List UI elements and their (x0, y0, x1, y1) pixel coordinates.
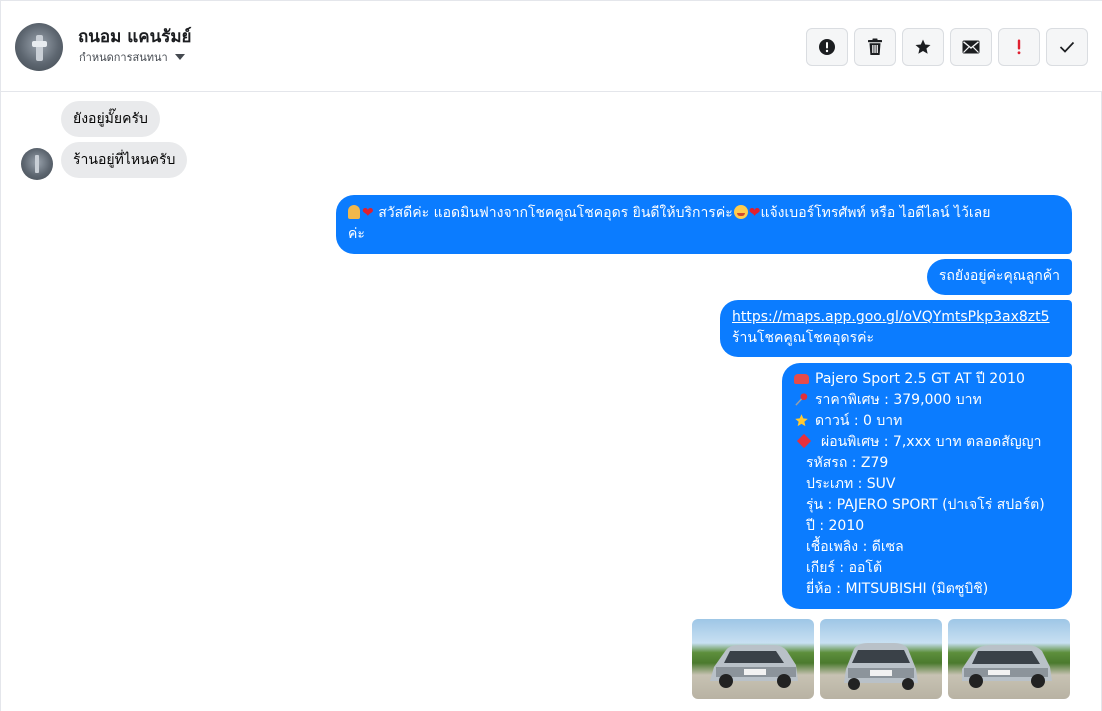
listing-brand: ยี่ห้อ : MITSUBISHI (มิตซูบิชิ) (806, 581, 989, 597)
listing-price: ราคาพิเศษ : 379,000 บาท (815, 392, 982, 408)
greeting-text-part1: สวัสดีค่ะ แอดมินฟางจากโชคคูณโชคอุดร ยินด… (378, 205, 733, 221)
avatar-photo (36, 35, 43, 61)
car-photo-image (962, 645, 1052, 688)
car-emoji-icon (794, 374, 809, 384)
map-link[interactable]: https://maps.app.goo.gl/oVQYmtsPkp3ax8zt… (732, 309, 1050, 325)
incoming-message[interactable]: ยังอยู่มั๊ยครับ (61, 101, 160, 137)
listing-price-line: ราคาพิเศษ : 379,000 บาท (794, 390, 1060, 411)
listing-type: ประเภท : SUV (806, 476, 896, 492)
conversation-header: ถนอม แคนรัมย์ กำหนดการสนทนา (1, 1, 1102, 92)
listing-title-line: Pajero Sport 2.5 GT AT ปี 2010 (794, 369, 1060, 390)
smiling-face-hearts-emoji-icon (733, 205, 748, 219)
red-diamond-emoji-icon (796, 433, 812, 449)
car-photo[interactable] (820, 619, 942, 699)
listing-code: รหัสรถ : Z79 (806, 455, 889, 471)
report-button[interactable] (806, 28, 848, 66)
folded-hands-emoji-icon (348, 205, 360, 219)
caret-down-icon (174, 54, 185, 60)
assign-conversation-label: กำหนดการสนทนา (79, 51, 168, 64)
envelope-icon (962, 40, 980, 54)
conversation-toolbar (806, 28, 1088, 66)
exclamation-circle-icon (819, 39, 835, 55)
shop-name-text: ร้านโชคคูณโชคอุดรค่ะ (732, 330, 874, 346)
star-button[interactable] (902, 28, 944, 66)
contact-name[interactable]: ถนอม แคนรัมย์ (78, 23, 192, 50)
red-heart-emoji-icon: ❤ (748, 205, 761, 221)
car-photo[interactable] (692, 619, 814, 699)
listing-title: Pajero Sport 2.5 GT AT ปี 2010 (815, 371, 1025, 387)
red-exclamation-icon (1017, 39, 1021, 55)
outgoing-message-location[interactable]: https://maps.app.goo.gl/oVQYmtsPkp3ax8zt… (720, 300, 1072, 357)
listing-fuel: เชื้อเพลิง : ดีเซล (806, 539, 904, 555)
star-icon (915, 39, 931, 54)
outgoing-message-car-listing[interactable]: Pajero Sport 2.5 GT AT ปี 2010 ราคาพิเศษ… (782, 363, 1072, 609)
check-icon (1059, 41, 1075, 53)
pushpin-emoji-icon (795, 393, 808, 406)
incoming-message[interactable]: ร้านอยู่ที่ไหนครับ (61, 142, 188, 178)
delete-button[interactable] (854, 28, 896, 66)
avatar-photo (35, 155, 39, 173)
message-list[interactable]: ยังอยู่มั๊ยครับ ร้านอยู่ที่ไหนครับ ❤ สวั… (1, 93, 1102, 711)
listing-installment-line: ผ่อนพิเศษ : 7,xxx บาท ตลอดสัญญา (794, 432, 1060, 453)
outgoing-message-availability[interactable]: รถยังอยู่ค่ะคุณลูกค้า (926, 259, 1072, 295)
red-heart-emoji-icon: ❤ (362, 205, 374, 221)
car-photo-gallery (692, 619, 1070, 699)
contact-avatar[interactable] (15, 23, 63, 71)
listing-down: ดาวน์ : 0 บาท (815, 413, 903, 429)
car-photo-image (710, 645, 798, 688)
conversation-panel: ถนอม แคนรัมย์ กำหนดการสนทนา ยังอยู่มั๊ยค… (0, 0, 1102, 711)
outgoing-message-greeting[interactable]: ❤ สวัสดีค่ะ แอดมินฟางจากโชคคูณโชคอุดร ยิ… (336, 195, 1072, 254)
car-photo-image (844, 643, 918, 690)
mark-unread-button[interactable] (950, 28, 992, 66)
avatar-photo-detail (32, 41, 47, 47)
star-emoji-icon (795, 414, 808, 427)
important-button[interactable] (998, 28, 1040, 66)
greeting-text-part2: แจ้งเบอร์โทรศัพท์ หรือ ไอดีไลน์ ไว้เลย (760, 205, 991, 221)
trash-icon (868, 38, 882, 55)
car-photo[interactable] (948, 619, 1070, 699)
listing-down-line: ดาวน์ : 0 บาท (794, 411, 1060, 432)
listing-year: ปี : 2010 (806, 518, 865, 534)
listing-installment: ผ่อนพิเศษ : 7,xxx บาท ตลอดสัญญา (821, 434, 1042, 450)
greeting-text-part3: ค่ะ (348, 226, 365, 242)
done-button[interactable] (1046, 28, 1088, 66)
assign-conversation-dropdown[interactable]: กำหนดการสนทนา (79, 48, 185, 66)
listing-model: รุ่น : PAJERO SPORT (ปาเจโร่ สปอร์ต) (806, 497, 1045, 513)
contact-avatar-small[interactable] (21, 148, 53, 180)
listing-gear: เกียร์ : ออโต้ (806, 560, 883, 576)
